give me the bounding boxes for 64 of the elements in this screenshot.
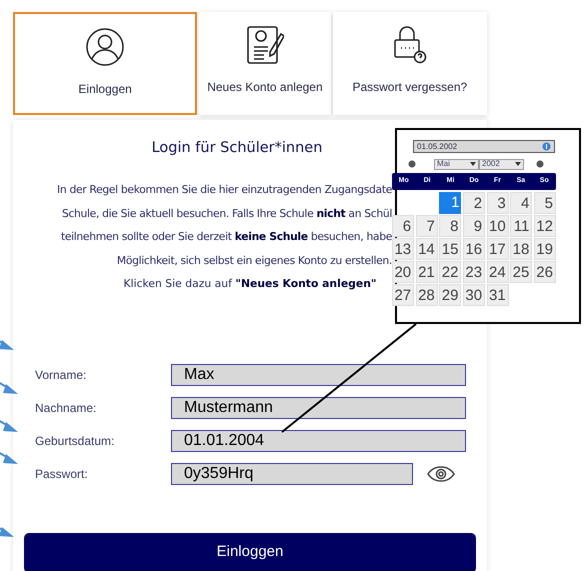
calendar-day[interactable]: 7 bbox=[416, 215, 438, 236]
arrow-icon bbox=[0, 419, 18, 432]
calendar-day[interactable]: 17 bbox=[486, 238, 509, 260]
calendar-day[interactable]: 29 bbox=[439, 284, 462, 306]
date-field[interactable]: 01.01.2004 bbox=[171, 430, 466, 452]
calendar-day[interactable]: 6 bbox=[392, 215, 414, 236]
login-button[interactable]: Einloggen bbox=[24, 532, 476, 571]
month-select[interactable]: Mai bbox=[434, 158, 479, 170]
arrow-icon bbox=[0, 451, 18, 464]
field-label: Nachname: bbox=[34, 400, 98, 416]
arrow-icon bbox=[0, 524, 14, 537]
tab[interactable]: Neues Konto anlegen bbox=[199, 12, 331, 115]
intro-text-line: teilnehmen sollte oder Sie derzeit keine Schule besuchen, habe bbox=[60, 229, 392, 245]
calendar-day[interactable]: 12 bbox=[534, 215, 556, 236]
user-icon bbox=[86, 28, 124, 66]
password-field[interactable]: 0y359Hrq bbox=[171, 462, 413, 484]
calendar-day[interactable]: 15 bbox=[439, 238, 462, 260]
calendar-day[interactable]: 13 bbox=[392, 238, 414, 260]
calendar-day[interactable]: 26 bbox=[534, 261, 556, 282]
calendar-day[interactable]: 16 bbox=[462, 238, 486, 260]
calendar-day[interactable]: 30 bbox=[462, 284, 486, 306]
intro-text-line: Klicken Sie dazu auf "Neues Konto anlegen" bbox=[124, 276, 376, 292]
calendar-day[interactable]: 1 bbox=[439, 192, 462, 214]
next-icon[interactable] bbox=[536, 160, 544, 168]
text-field[interactable]: Mustermann bbox=[171, 396, 466, 418]
calendar-day[interactable]: 2 bbox=[462, 192, 486, 214]
tab[interactable]: Passwort vergessen? bbox=[332, 12, 487, 115]
calendar-day[interactable]: 20 bbox=[392, 261, 414, 282]
calendar-day[interactable]: 4 bbox=[510, 192, 532, 214]
calendar-day[interactable]: 3 bbox=[486, 192, 509, 214]
login-title: Login für Schüler*innen bbox=[152, 139, 322, 158]
intro-text-line: Möglichkeit, sich selbst ein eigenes Konto zu erstellen. bbox=[116, 252, 392, 268]
tab[interactable]: Einloggen bbox=[13, 12, 198, 115]
previous-icon[interactable] bbox=[408, 160, 416, 168]
calendar-day[interactable]: 5 bbox=[534, 192, 556, 214]
calendar-day[interactable]: 22 bbox=[439, 261, 462, 282]
calendar-day[interactable]: 21 bbox=[416, 261, 438, 282]
calendar-day[interactable]: 23 bbox=[462, 261, 486, 282]
caret-icon[interactable] bbox=[515, 162, 521, 166]
arrow-icon bbox=[0, 381, 18, 394]
calendar-day[interactable]: 24 bbox=[486, 261, 509, 282]
arrow-icon bbox=[0, 337, 14, 350]
calendar-day[interactable]: 28 bbox=[416, 284, 438, 306]
calendar-day[interactable]: 10 bbox=[486, 215, 509, 236]
calendar-day[interactable]: 18 bbox=[510, 238, 532, 260]
calendar-day[interactable]: 25 bbox=[510, 261, 532, 282]
calendar-day[interactable]: 11 bbox=[510, 215, 532, 236]
intro-text-line: In der Regel bekommen Sie die hier einzutragenden Zugangsdate bbox=[56, 182, 392, 198]
calendar-day[interactable]: 31 bbox=[486, 284, 509, 306]
year-select[interactable]: 2002 bbox=[479, 158, 524, 170]
calendar-day[interactable]: 9 bbox=[462, 215, 486, 236]
field-label: Passwort: bbox=[34, 466, 89, 482]
document-pencil-icon bbox=[246, 26, 284, 64]
text-field[interactable]: Max bbox=[171, 364, 466, 386]
lock-question-icon bbox=[392, 26, 427, 64]
field-label: Vorname: bbox=[34, 366, 88, 384]
eye-icon[interactable] bbox=[427, 466, 455, 482]
caret-icon[interactable] bbox=[470, 162, 476, 166]
calendar-day[interactable]: 14 bbox=[416, 238, 438, 260]
field-label: Geburtsdatum: bbox=[34, 432, 116, 450]
intro-text-line: Schule, die Sie aktuell besuchen. Falls Ihre Schule nicht an Schül bbox=[60, 206, 392, 222]
calendar-day[interactable]: 19 bbox=[534, 238, 556, 260]
calendar-day[interactable]: 8 bbox=[439, 215, 462, 236]
calendar-day[interactable]: 27 bbox=[392, 284, 414, 306]
